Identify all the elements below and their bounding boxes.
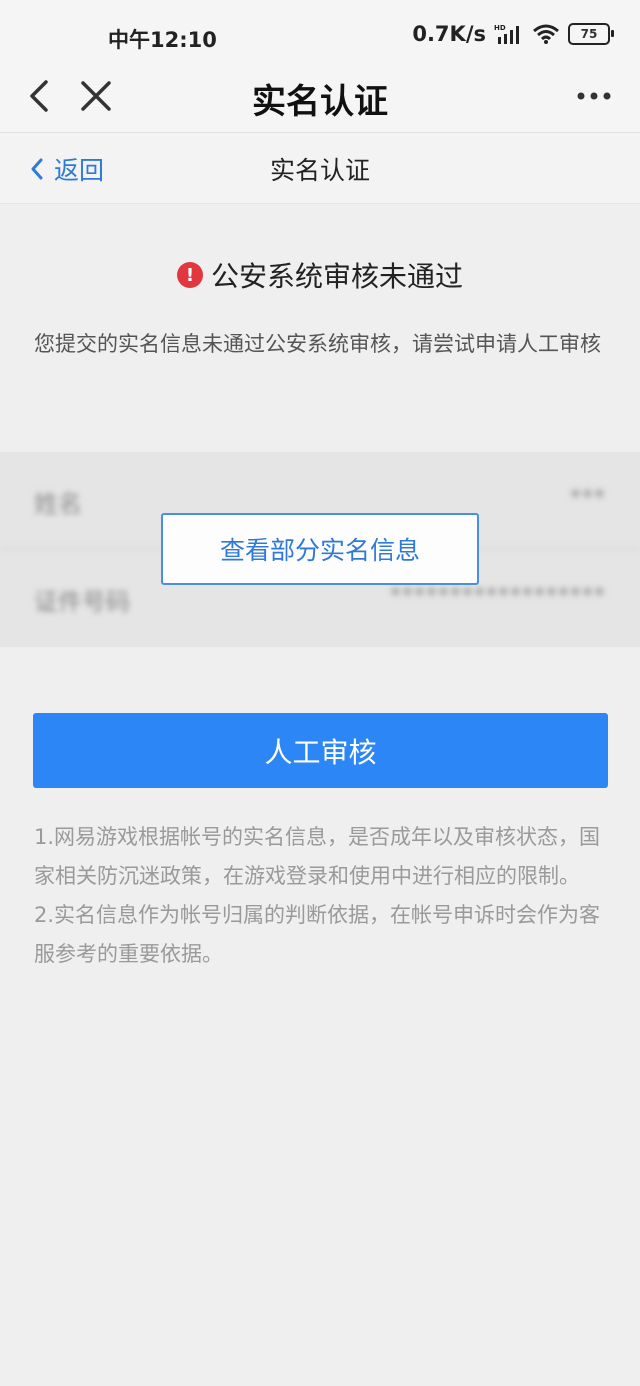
- id-value: ******************: [390, 584, 606, 609]
- title-bar: 实名认证: [0, 72, 640, 133]
- status-bar: 中午12:10 0.7K/s HD 75: [0, 0, 640, 72]
- note-item: 2.实名信息作为帐号归属的判断依据，在帐号申诉时会作为客服参考的重要依据。: [34, 903, 601, 966]
- signal-icon: HD: [494, 24, 519, 44]
- manual-review-button[interactable]: 人工审核: [33, 713, 608, 788]
- id-label: 证件号码: [34, 588, 130, 616]
- sub-header: 返回 实名认证: [0, 133, 640, 204]
- name-label: 姓名: [34, 490, 82, 518]
- more-icon[interactable]: [576, 82, 612, 110]
- error-title: 公安系统审核未通过: [210, 260, 463, 293]
- battery-icon: 75: [568, 23, 614, 45]
- note-item: 1.网易游戏根据帐号的实名信息，是否成年以及审核状态，国家相关防沉迷政策，在游戏…: [34, 825, 601, 888]
- svg-text:HD: HD: [494, 24, 506, 32]
- battery-level: 75: [580, 27, 598, 41]
- view-info-button[interactable]: 查看部分实名信息: [161, 513, 479, 585]
- error-description: 您提交的实名信息未通过公安系统审核，请尝试申请人工审核: [34, 332, 601, 356]
- page-title: 实名认证: [252, 82, 388, 122]
- status-time: 中午12:10: [108, 28, 217, 52]
- sub-header-title: 实名认证: [269, 156, 370, 185]
- alert-icon: !: [176, 262, 203, 288]
- status-icons: 0.7K/s HD 75: [412, 22, 614, 46]
- network-speed: 0.7K/s: [412, 22, 486, 46]
- name-value: ***: [570, 486, 606, 511]
- error-heading: ! 公安系统审核未通过: [0, 255, 640, 295]
- wifi-icon: [533, 24, 559, 44]
- notes: 1.网易游戏根据帐号的实名信息，是否成年以及审核状态，国家相关防沉迷政策，在游戏…: [34, 818, 609, 974]
